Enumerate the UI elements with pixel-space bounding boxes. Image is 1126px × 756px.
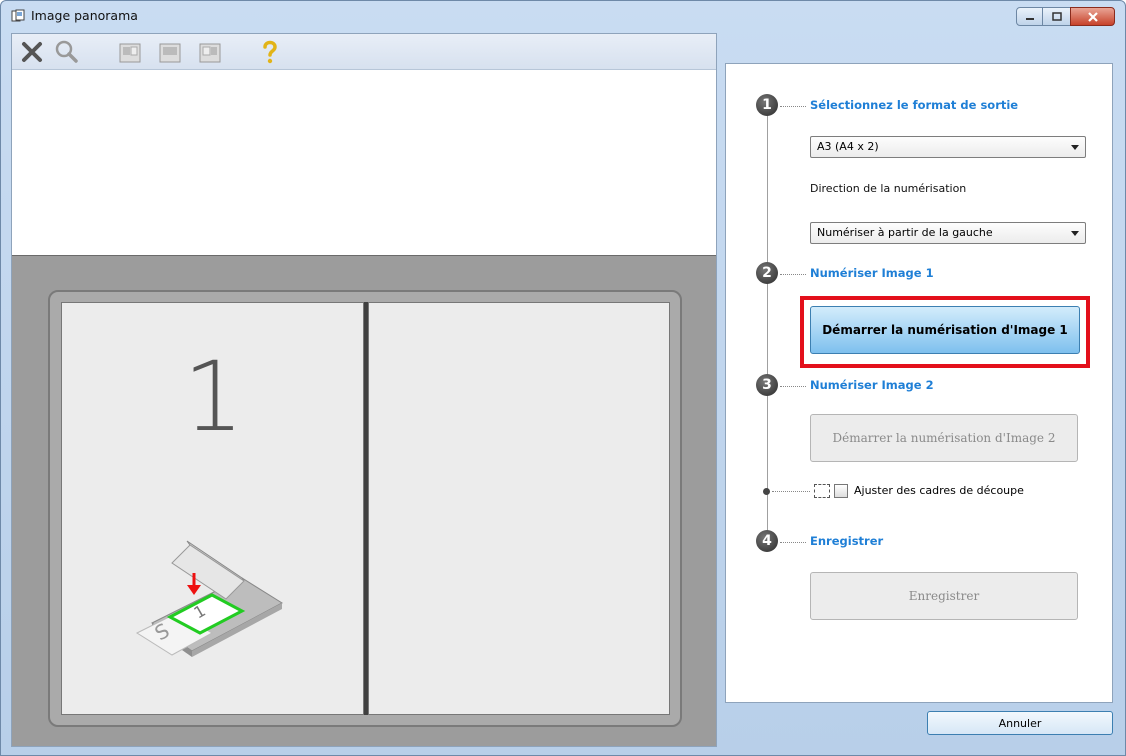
window-controls — [1016, 7, 1115, 26]
step-3-badge: 3 — [756, 374, 778, 396]
maximize-button[interactable] — [1043, 7, 1070, 26]
scan-both-icon[interactable] — [156, 38, 184, 66]
crop-frames-label: Ajuster des cadres de découpe — [854, 484, 1024, 497]
chevron-down-icon — [1071, 231, 1079, 236]
minimize-button[interactable] — [1016, 7, 1043, 26]
step-4-badge: 4 — [756, 530, 778, 552]
scan-right-icon[interactable] — [196, 38, 224, 66]
step-4-dots — [780, 542, 806, 543]
cancel-button[interactable]: Annuler — [927, 711, 1113, 735]
start-scan-image-2-button[interactable]: Démarrer la numérisation d'Image 2 — [810, 414, 1078, 462]
crop-dots — [772, 491, 810, 492]
step-2-badge: 2 — [756, 262, 778, 284]
chevron-down-icon — [1071, 145, 1079, 150]
image-slot-1[interactable]: 1 S 1 — [61, 302, 364, 715]
app-window: Image panorama 1 S 1 1 Sélectionnez le f… — [0, 0, 1126, 756]
step-connector-line — [767, 104, 768, 546]
crop-frames-checkbox[interactable] — [834, 484, 848, 498]
step-3-dots — [780, 386, 806, 387]
maximize-icon — [1051, 12, 1062, 21]
close-button[interactable] — [1070, 7, 1115, 26]
crop-frame-icon — [814, 484, 830, 498]
help-icon[interactable] — [256, 38, 284, 66]
preview-canvas: 1 S 1 — [12, 255, 716, 746]
step-4-label: Enregistrer — [810, 534, 884, 548]
scan-left-icon[interactable] — [116, 38, 144, 66]
step-2-label: Numériser Image 1 — [810, 266, 934, 280]
preview-header-area — [12, 71, 716, 255]
zoom-icon[interactable] — [52, 38, 80, 66]
step-1-label: Sélectionnez le format de sortie — [810, 98, 1019, 112]
app-icon — [11, 9, 25, 22]
direction-label: Direction de la numérisation — [810, 182, 967, 195]
window-title: Image panorama — [31, 8, 138, 23]
minimize-icon — [1025, 17, 1034, 20]
step-3-label: Numériser Image 2 — [810, 378, 934, 392]
steps-pane: 1 Sélectionnez le format de sortie A3 (A… — [725, 63, 1113, 703]
scan-direction-value: Numériser à partir de la gauche — [817, 226, 993, 239]
title-bar[interactable]: Image panorama — [1, 1, 1125, 31]
panorama-frame: 1 S 1 — [48, 290, 682, 727]
image-slot-2[interactable] — [368, 302, 670, 715]
close-icon — [1087, 11, 1098, 22]
output-format-select[interactable]: A3 (A4 x 2) — [810, 136, 1086, 158]
step-1-dots — [780, 106, 806, 107]
bullet-dot — [763, 488, 770, 495]
scanner-icon: S 1 — [135, 540, 283, 657]
toolbar — [12, 34, 716, 70]
delete-icon[interactable] — [18, 38, 46, 66]
save-button[interactable]: Enregistrer — [810, 572, 1078, 620]
image-slot-1-number: 1 — [182, 341, 245, 453]
scan-direction-select[interactable]: Numériser à partir de la gauche — [810, 222, 1086, 244]
output-format-value: A3 (A4 x 2) — [817, 140, 879, 153]
step-2-dots — [780, 274, 806, 275]
step-1-badge: 1 — [756, 94, 778, 116]
preview-pane: 1 S 1 — [11, 33, 717, 747]
start-scan-image-1-button[interactable]: Démarrer la numérisation d'Image 1 — [810, 306, 1080, 354]
